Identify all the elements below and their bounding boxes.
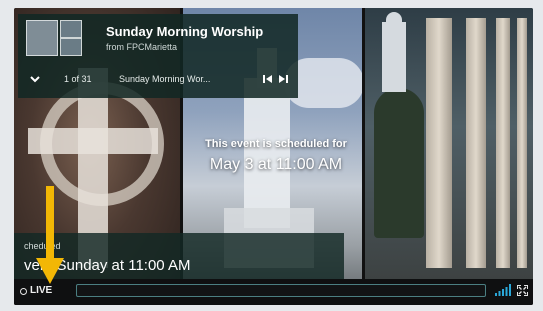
tower-shape bbox=[382, 22, 406, 92]
playlist-title[interactable]: Sunday Morning Wor... bbox=[119, 74, 210, 84]
event-thumbnails[interactable] bbox=[26, 20, 90, 56]
chevron-down-icon[interactable] bbox=[28, 72, 42, 86]
cross-horizontal-shape bbox=[28, 128, 158, 154]
fullscreen-icon[interactable] bbox=[517, 285, 528, 296]
event-date: May 3 at 11:00 AM bbox=[209, 156, 343, 173]
event-title[interactable]: Sunday Morning Worship bbox=[106, 24, 263, 39]
annotation-arrow-icon bbox=[36, 186, 64, 284]
next-track-icon[interactable] bbox=[277, 73, 289, 85]
scheduled-label: This event is scheduled for bbox=[205, 138, 347, 150]
signal-strength-icon[interactable] bbox=[495, 284, 511, 296]
event-info-card: Sunday Morning Worship from FPCMarietta … bbox=[18, 14, 298, 98]
scheduled-message: This event is scheduled for May 3 at 11:… bbox=[178, 138, 374, 174]
live-indicator[interactable]: LIVE bbox=[30, 285, 52, 296]
event-thumbnail[interactable] bbox=[60, 20, 82, 38]
column-shape bbox=[426, 18, 452, 268]
event-thumbnail[interactable] bbox=[26, 20, 58, 56]
tree-shape bbox=[374, 88, 424, 238]
event-thumbnail[interactable] bbox=[60, 38, 82, 56]
column-shape bbox=[466, 18, 486, 268]
previous-track-icon[interactable] bbox=[262, 73, 274, 85]
column-shape bbox=[517, 18, 527, 268]
event-organizer[interactable]: from FPCMarietta bbox=[106, 42, 177, 52]
player-controls: LIVE bbox=[14, 279, 533, 305]
playlist-counter: 1 of 31 bbox=[64, 74, 92, 84]
progress-bar[interactable] bbox=[76, 284, 486, 297]
video-player[interactable]: Sunday Morning Worship from FPCMarietta … bbox=[14, 8, 533, 305]
live-dot-icon bbox=[20, 288, 27, 295]
column-shape bbox=[496, 18, 510, 268]
